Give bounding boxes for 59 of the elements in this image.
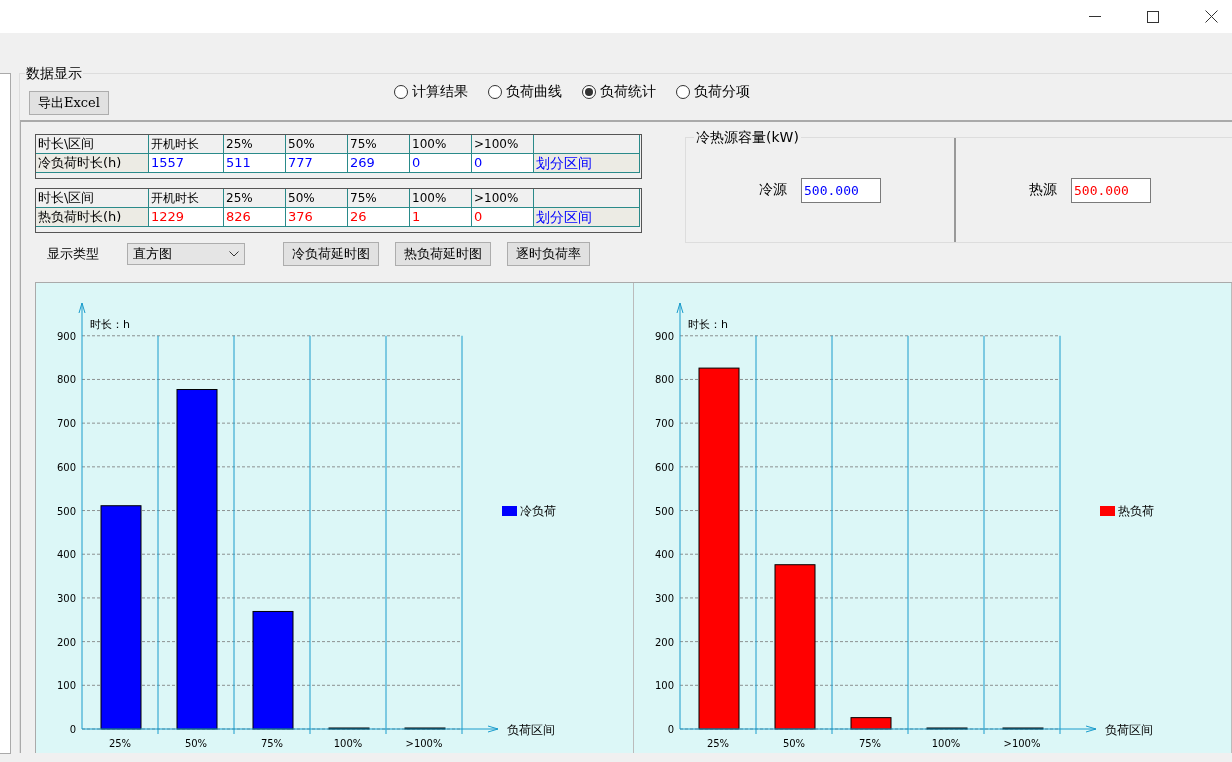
y-tick-label: 200: [654, 636, 674, 648]
legend-label: 冷负荷: [520, 504, 556, 518]
row-label: 热负荷时长(h): [36, 208, 149, 227]
x-tick-label: >100%: [405, 738, 443, 749]
y-tick-label: 100: [56, 680, 76, 692]
radio-label: 负荷分项: [694, 83, 750, 101]
x-tick-label: 25%: [108, 738, 132, 749]
x-tick-label: 50%: [184, 738, 208, 749]
table-cell: 1229: [149, 208, 224, 227]
table-cell: 1: [410, 208, 472, 227]
x-tick-label: 25%: [706, 738, 730, 749]
legend-label: 热负荷: [1118, 504, 1154, 518]
y-tick-label: 800: [56, 374, 76, 386]
table-cell: 269: [348, 154, 410, 173]
radio-label: 计算结果: [412, 83, 468, 101]
x-tick-label: >100%: [1003, 738, 1041, 749]
y-tick-label: 500: [56, 505, 76, 517]
table-cell: 826: [224, 208, 286, 227]
x-tick-label: 75%: [858, 738, 882, 749]
y-tick-label: 200: [56, 636, 76, 648]
x-axis-label: 负荷区间: [507, 723, 555, 737]
y-tick-label: 900: [654, 330, 674, 342]
y-tick-label: 800: [654, 374, 674, 386]
y-tick-label: 400: [56, 549, 76, 561]
table-cell: 511: [224, 154, 286, 173]
table-cell: 1557: [149, 154, 224, 173]
display-type-label: 显示类型: [47, 245, 100, 263]
y-tick-label: 900: [56, 330, 76, 342]
group-title: 数据显示: [25, 65, 83, 83]
y-axis-label: 时长：h: [688, 318, 728, 331]
y-tick-label: 100: [654, 680, 674, 692]
x-axis-label: 负荷区间: [1105, 723, 1153, 737]
y-tick-label: 700: [56, 418, 76, 430]
table-cell: 777: [286, 154, 348, 173]
source-label: 冷源: [759, 181, 787, 199]
y-tick-label: 300: [654, 592, 674, 604]
capacity-title: 冷热源容量(kW): [694, 129, 801, 147]
table-cell: 0: [472, 208, 534, 227]
table-cell: 376: [286, 208, 348, 227]
y-tick-label: 700: [654, 418, 674, 430]
y-tick-label: 600: [654, 461, 674, 473]
x-tick-label: 75%: [260, 738, 284, 749]
y-tick-label: 500: [654, 505, 674, 517]
y-tick-label: 0: [69, 724, 76, 735]
table-cell: 26: [348, 208, 410, 227]
x-tick-label: 50%: [782, 738, 806, 749]
radio-label: 负荷曲线: [506, 83, 562, 101]
radio-label: 负荷统计: [600, 83, 656, 101]
table-cell: 0: [410, 154, 472, 173]
source-label: 热源: [1029, 181, 1057, 199]
y-tick-label: 300: [56, 592, 76, 604]
y-tick-label: 600: [56, 461, 76, 473]
y-axis-label: 时长：h: [90, 318, 130, 331]
x-tick-label: 100%: [931, 738, 961, 749]
y-tick-label: 0: [667, 724, 674, 735]
table-cell: 0: [472, 154, 534, 173]
row-label: 冷负荷时长(h): [36, 154, 149, 173]
x-tick-label: 100%: [333, 738, 363, 749]
y-tick-label: 400: [654, 549, 674, 561]
